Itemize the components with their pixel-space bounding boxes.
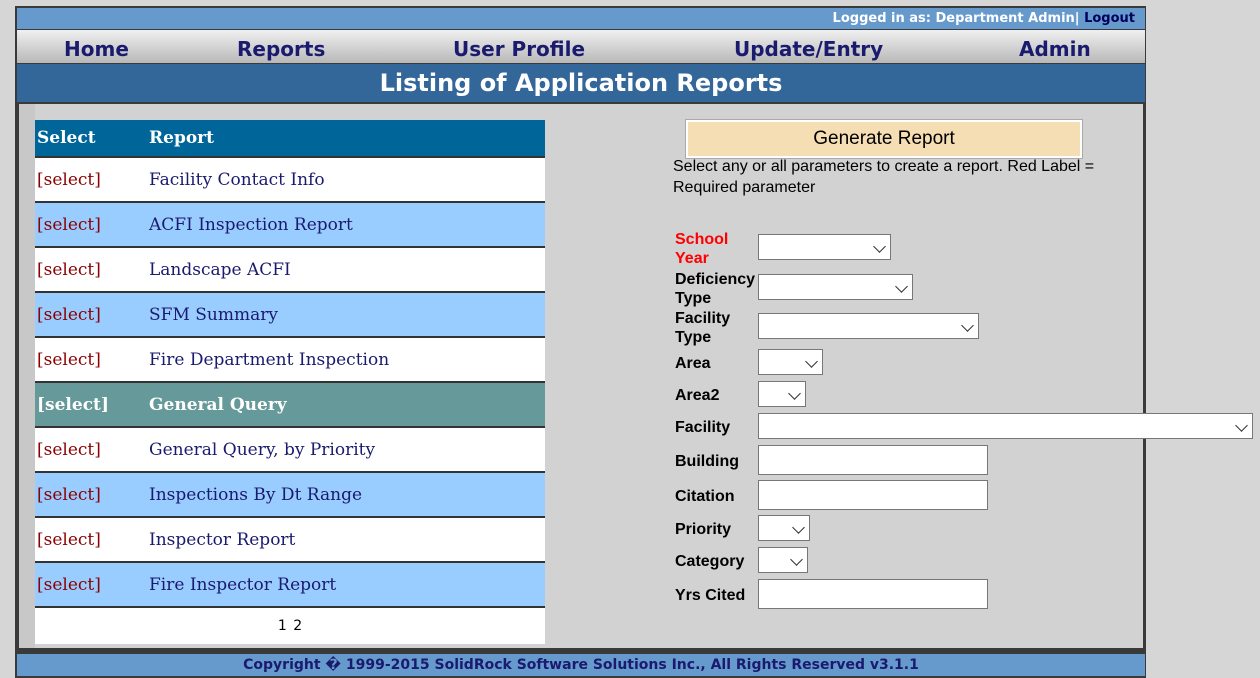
category-label: Category [675,553,745,570]
table-row: [select] Facility Contact Info [35,157,545,203]
table-row: [select] Inspections By Dt Range [35,472,545,518]
yrs-cited-label: Yrs Cited [675,587,746,604]
report-name: SFM Summary [147,292,545,338]
generate-report-button[interactable]: Generate Report [686,120,1082,158]
nav-admin[interactable]: Admin [1019,37,1091,61]
area2-select[interactable] [758,381,806,407]
select-link[interactable]: [select] [35,562,147,608]
school-year-label: School Year [675,231,729,267]
table-header-row: Select Report [35,120,545,158]
chevron-down-icon [961,319,974,332]
priority-label: Priority [675,521,732,538]
select-link[interactable]: [select] [35,472,147,518]
select-link[interactable]: [select] [35,247,147,293]
table-row: [select] SFM Summary [35,292,545,338]
facility-label: Facility [675,419,731,436]
nav-home[interactable]: Home [64,37,129,61]
facility-type-select[interactable] [758,313,979,339]
report-name: Fire Inspector Report [147,562,545,608]
report-name: General Query, by Priority [147,427,545,473]
chevron-down-icon [790,553,803,566]
table-row: [select] Fire Inspector Report [35,562,545,608]
footer-copyright: Copyright � 1999-2015 SolidRock Software… [17,654,1145,676]
deficiency-type-select[interactable] [758,274,913,300]
nav-user-profile[interactable]: User Profile [453,37,585,61]
login-status: Logged in as: Department Admin| Logout [833,11,1135,26]
facility-select[interactable] [758,413,1253,439]
page-title: Listing of Application Reports [17,64,1145,102]
chevron-down-icon [895,280,908,293]
select-link[interactable]: [select] [35,382,147,428]
content-panel: Select Report [select] Facility Contact … [19,104,1253,648]
area-select[interactable] [758,349,823,375]
select-link[interactable]: [select] [35,517,147,563]
area2-label: Area2 [675,387,720,404]
table-row: [select] ACFI Inspection Report [35,202,545,248]
facility-type-label: Facility Type [675,310,731,346]
report-name: Landscape ACFI [147,247,545,293]
report-name: Facility Contact Info [147,157,545,203]
pager: 1 2 [35,608,545,644]
left-strip [19,104,35,648]
chevron-down-icon [792,521,805,534]
table-row: [select] Inspector Report [35,517,545,563]
select-link[interactable]: [select] [35,202,147,248]
report-name: General Query [147,382,545,428]
logout-link[interactable]: Logout [1084,11,1135,26]
chevron-down-icon [873,240,886,253]
yrs-cited-input[interactable] [758,579,988,609]
reports-table: Select Report [select] Facility Contact … [35,120,545,608]
school-year-select[interactable] [758,234,891,260]
priority-select[interactable] [758,515,810,541]
report-name: ACFI Inspection Report [147,202,545,248]
header-report: Report [147,120,545,158]
table-row-selected: [select] General Query [35,382,545,428]
report-name: Inspector Report [147,517,545,563]
select-link[interactable]: [select] [35,157,147,203]
deficiency-type-label: Deficiency Type [675,271,756,307]
report-name: Fire Department Inspection [147,337,545,383]
area-label: Area [675,355,711,372]
table-row: [select] General Query, by Priority [35,427,545,473]
header-select: Select [35,120,147,158]
login-text: Logged in as: Department Admin| [832,11,1080,26]
table-row: [select] Landscape ACFI [35,247,545,293]
select-link[interactable]: [select] [35,427,147,473]
building-label: Building [675,453,739,470]
select-link[interactable]: [select] [35,292,147,338]
building-input[interactable] [758,445,988,475]
citation-label: Citation [675,488,735,505]
table-row: [select] Fire Department Inspection [35,337,545,383]
chevron-down-icon [788,387,801,400]
nav-reports[interactable]: Reports [237,37,325,61]
chevron-down-icon [1235,419,1248,432]
page-2-link[interactable]: 2 [293,618,302,634]
main-nav: Home Reports User Profile Update/Entry A… [17,30,1145,63]
nav-update-entry[interactable]: Update/Entry [734,37,883,61]
report-name: Inspections By Dt Range [147,472,545,518]
select-link[interactable]: [select] [35,337,147,383]
top-bar: Logged in as: Department Admin| Logout [17,8,1145,29]
citation-input[interactable] [758,480,988,510]
page-1-link[interactable]: 1 [278,618,287,634]
instructions-text: Select any or all parameters to create a… [673,158,1095,196]
chevron-down-icon [805,355,818,368]
category-select[interactable] [758,547,808,573]
